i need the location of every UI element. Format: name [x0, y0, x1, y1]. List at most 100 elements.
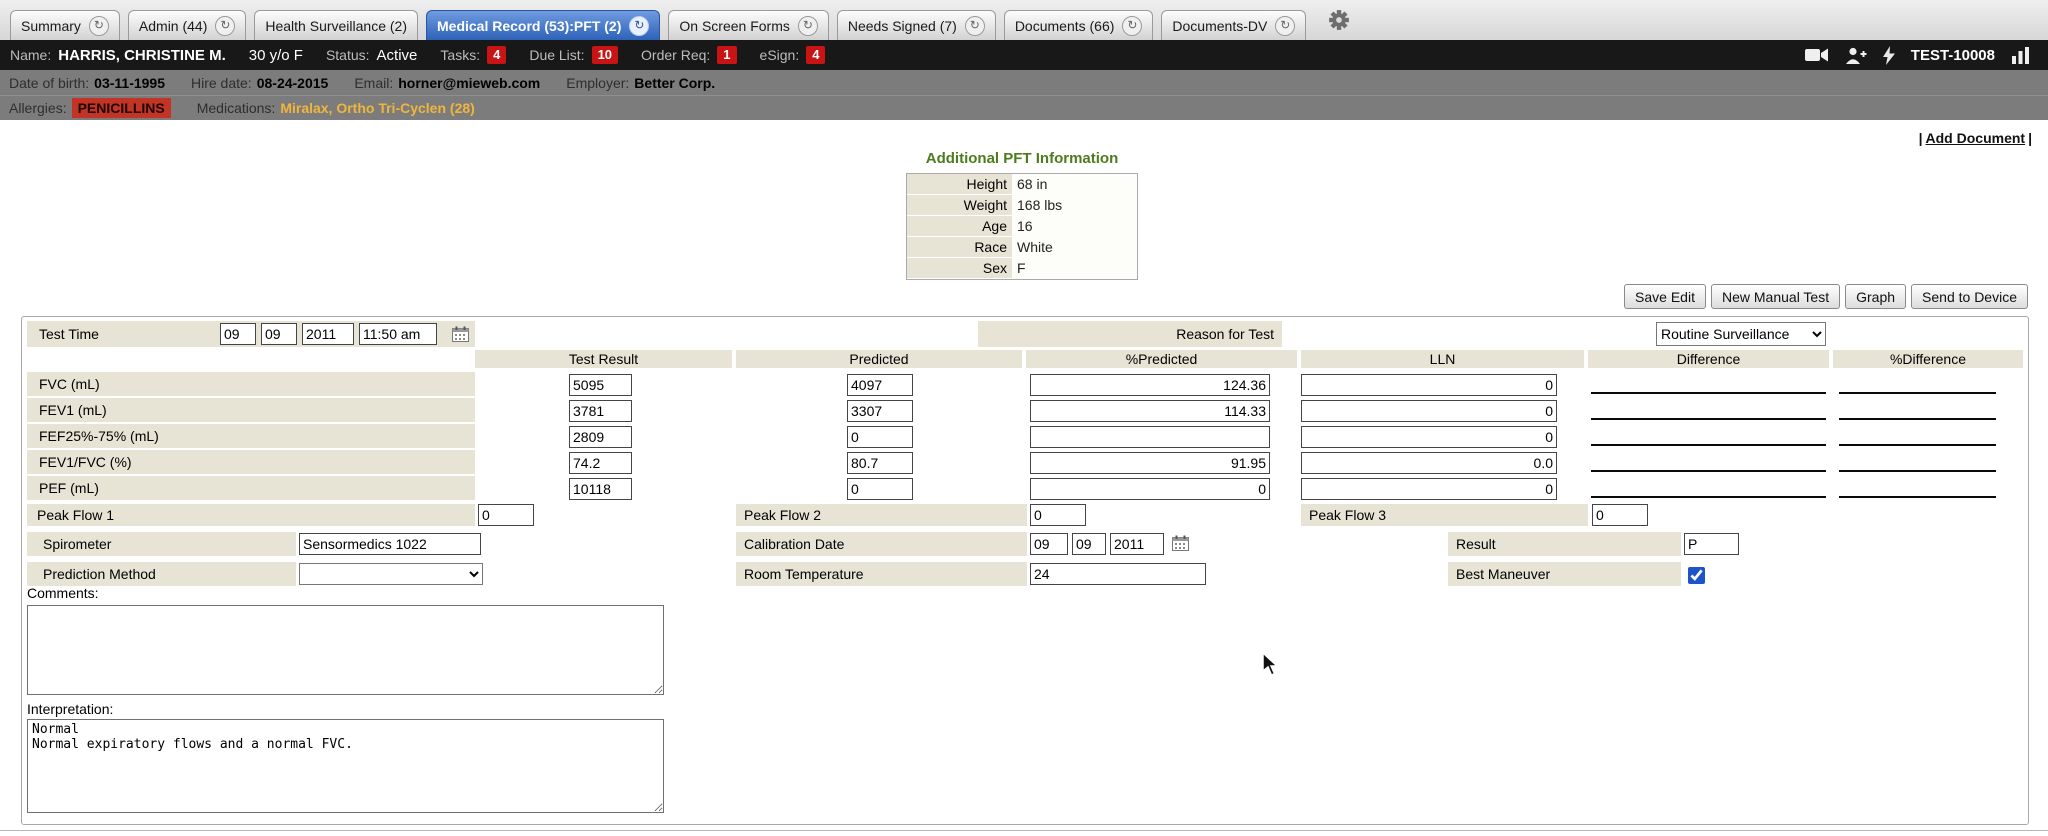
pef-test-result-input[interactable] — [569, 478, 632, 500]
fev1-lln-input[interactable] — [1301, 400, 1557, 422]
test-time-clock-input[interactable] — [359, 323, 437, 345]
pef-pct-predicted-input[interactable] — [1030, 478, 1270, 500]
calibration-year-input[interactable] — [1110, 533, 1164, 555]
test-time-day-input[interactable] — [261, 323, 297, 345]
fev1-fvc-lln-input[interactable] — [1301, 452, 1557, 474]
esign-badge[interactable]: 4 — [806, 46, 825, 64]
weight-label: Weight — [907, 195, 1012, 216]
pct-difference-underline — [1839, 496, 1996, 498]
graph-button[interactable]: Graph — [1845, 284, 1906, 309]
age-label: Age — [907, 216, 1012, 237]
tab-on-screen-forms[interactable]: On Screen Forms ↻ — [668, 10, 828, 40]
settings-gear-icon[interactable] — [1328, 9, 1350, 31]
pef-predicted-input[interactable] — [847, 478, 913, 500]
fef2575-pct-predicted-input[interactable] — [1030, 426, 1270, 448]
pef-lln-input[interactable] — [1301, 478, 1557, 500]
fvc-pct-predicted-input[interactable] — [1030, 374, 1270, 396]
fvc-predicted-input[interactable] — [847, 374, 913, 396]
refresh-tab-icon[interactable]: ↻ — [798, 16, 818, 36]
app-window: Summary ↻ Admin (44) ↻ Health Surveillan… — [0, 0, 2048, 836]
video-camera-icon[interactable] — [1805, 47, 1829, 63]
interpretation-textarea[interactable] — [27, 719, 664, 813]
allergy-penicillins-badge[interactable]: PENICILLINS — [72, 98, 171, 118]
patient-info-bar: Name: HARRIS, CHRISTINE M. 30 y/o F Stat… — [0, 40, 2048, 70]
station-id: TEST-10008 — [1911, 47, 1995, 64]
save-edit-button[interactable]: Save Edit — [1624, 284, 1706, 309]
peak-flow-2-input[interactable] — [1030, 504, 1086, 526]
quick-action-bolt-icon[interactable] — [1883, 46, 1895, 65]
result-input[interactable] — [1684, 533, 1739, 555]
allergies-bar: Allergies: PENICILLINS Medications: Mira… — [0, 95, 2048, 120]
peak-flow-1-input[interactable] — [478, 504, 534, 526]
add-document-link[interactable]: Add Document — [1926, 130, 2026, 146]
fev1-fvc-predicted-input[interactable] — [847, 452, 913, 474]
tab-documents-dv[interactable]: Documents-DV ↻ — [1161, 10, 1306, 40]
medications-value[interactable]: Miralax, Ortho Tri-Cyclen (28) — [280, 100, 475, 116]
tab-summary[interactable]: Summary ↻ — [10, 10, 120, 40]
refresh-tab-icon[interactable]: ↻ — [629, 16, 649, 36]
tab-admin[interactable]: Admin (44) ↻ — [128, 10, 246, 40]
pct-difference-underline — [1839, 470, 1996, 472]
room-temperature-input[interactable] — [1030, 563, 1206, 585]
fef2575-test-result-input[interactable] — [569, 426, 632, 448]
race-value: White — [1012, 237, 1137, 258]
comments-textarea[interactable] — [27, 605, 664, 695]
difference-underline — [1591, 496, 1826, 498]
add-user-icon[interactable] — [1845, 47, 1867, 64]
fef2575-predicted-input[interactable] — [847, 426, 913, 448]
refresh-tab-icon[interactable]: ↻ — [1275, 16, 1295, 36]
age-value: 16 — [1012, 216, 1137, 237]
status-label: Status: — [326, 47, 370, 63]
calendar-icon[interactable] — [1172, 535, 1189, 551]
employer-value: Better Corp. — [634, 75, 715, 91]
reason-for-test-select[interactable]: Routine Surveillance — [1656, 322, 1826, 346]
name-label: Name: — [10, 47, 51, 63]
status-value: Active — [377, 47, 418, 64]
tab-needs-signed[interactable]: Needs Signed (7) ↻ — [837, 10, 996, 40]
patient-name: HARRIS, CHRISTINE M. — [58, 47, 226, 64]
fev1-pct-predicted-input[interactable] — [1030, 400, 1270, 422]
fev1-fvc-pct-predicted-input[interactable] — [1030, 452, 1270, 474]
best-maneuver-checkbox[interactable] — [1688, 567, 1705, 584]
calendar-icon[interactable] — [452, 326, 469, 342]
prediction-method-select[interactable] — [299, 563, 483, 585]
difference-underline — [1591, 392, 1826, 394]
demographics-bar: Date of birth: 03-11-1995 Hire date: 08-… — [0, 70, 2048, 95]
pft-info-row: Height 68 in — [907, 174, 1137, 195]
refresh-tab-icon[interactable]: ↻ — [965, 16, 985, 36]
refresh-tab-icon[interactable]: ↻ — [1122, 16, 1142, 36]
fev1-fvc-row-label: FEV1/FVC (%) — [27, 450, 475, 474]
send-to-device-button[interactable]: Send to Device — [1911, 284, 2028, 309]
fvc-test-result-input[interactable] — [569, 374, 632, 396]
fvc-lln-input[interactable] — [1301, 374, 1557, 396]
tab-documents[interactable]: Documents (66) ↻ — [1004, 10, 1154, 40]
spirometer-input[interactable] — [299, 533, 481, 555]
fef2575-lln-input[interactable] — [1301, 426, 1557, 448]
height-label: Height — [907, 174, 1012, 195]
tab-medical-record[interactable]: Medical Record (53):PFT (2) ↻ — [426, 10, 660, 40]
test-time-month-input[interactable] — [220, 323, 256, 345]
calibration-day-input[interactable] — [1072, 533, 1106, 555]
fev1-fvc-test-result-input[interactable] — [569, 452, 632, 474]
tab-bar: Summary ↻ Admin (44) ↻ Health Surveillan… — [0, 0, 2048, 40]
fev1-test-result-input[interactable] — [569, 400, 632, 422]
due-list-label: Due List: — [529, 47, 584, 63]
refresh-tab-icon[interactable]: ↻ — [89, 16, 109, 36]
refresh-tab-icon[interactable]: ↻ — [215, 16, 235, 36]
best-maneuver-label: Best Maneuver — [1448, 562, 1681, 586]
tasks-badge[interactable]: 4 — [487, 46, 506, 64]
race-label: Race — [907, 237, 1012, 258]
pft-info-row: Sex F — [907, 258, 1137, 279]
calibration-month-input[interactable] — [1030, 533, 1068, 555]
order-req-badge[interactable]: 1 — [717, 46, 736, 64]
due-list-badge[interactable]: 10 — [592, 46, 618, 64]
additional-pft-info-title: Additional PFT Information — [906, 150, 1138, 170]
bar-chart-icon[interactable] — [2011, 47, 2030, 64]
fev1-predicted-input[interactable] — [847, 400, 913, 422]
tab-health-surveillance[interactable]: Health Surveillance (2) — [254, 10, 418, 40]
test-time-year-input[interactable] — [302, 323, 354, 345]
comments-label: Comments: — [27, 585, 99, 601]
peak-flow-3-input[interactable] — [1592, 504, 1648, 526]
new-manual-test-button[interactable]: New Manual Test — [1711, 284, 1840, 309]
column-header-test-result: Test Result — [475, 350, 734, 368]
